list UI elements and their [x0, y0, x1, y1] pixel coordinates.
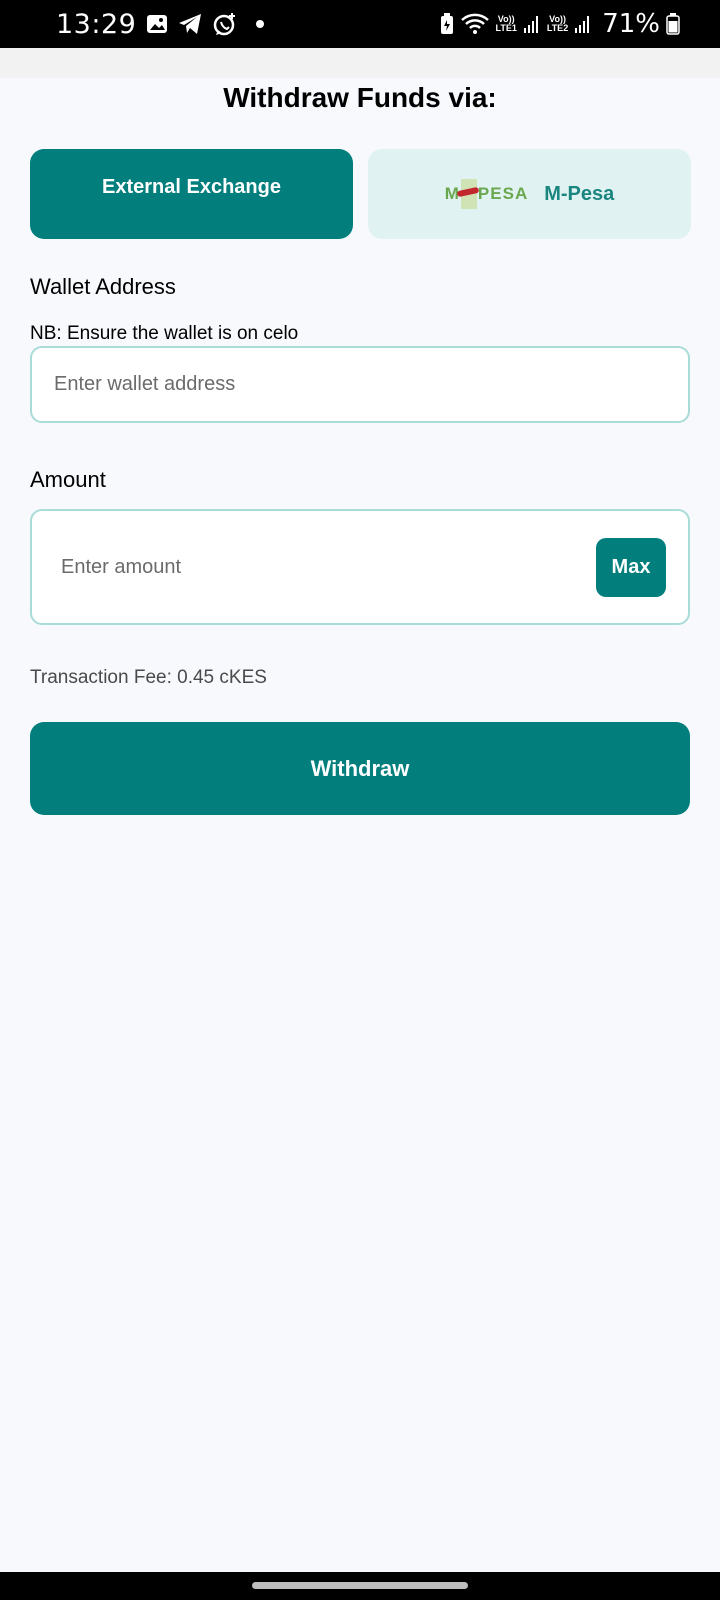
status-bar: 13:29 Vo)) LTE1 Vo)) LTE2 71% — [0, 0, 720, 48]
screen: 13:29 Vo)) LTE1 Vo)) LTE2 71% Withdraw F… — [0, 0, 720, 1600]
status-bar-left: 13:29 — [56, 8, 265, 40]
status-time: 13:29 — [56, 8, 137, 40]
sim2-lte-icon: Vo)) LTE2 — [547, 15, 568, 33]
whatsapp-icon — [212, 11, 238, 37]
home-indicator[interactable] — [252, 1582, 468, 1589]
mpesa-phone-icon — [460, 179, 477, 209]
sim1-lte-icon: Vo)) LTE1 — [496, 15, 517, 33]
withdraw-button[interactable]: Withdraw — [30, 722, 690, 815]
battery-saver-icon — [440, 13, 454, 35]
external-exchange-label: External Exchange — [102, 175, 281, 198]
telegram-icon — [178, 13, 202, 35]
sim1-label-bottom: LTE1 — [495, 23, 517, 33]
mpesa-logo-pesa: PESA — [477, 184, 529, 203]
mpesa-label: M-Pesa — [544, 182, 615, 205]
status-bar-right: Vo)) LTE1 Vo)) LTE2 71% — [440, 9, 680, 39]
signal-sim2-icon — [574, 14, 592, 34]
battery-percent: 71% — [602, 9, 660, 39]
signal-sim1-icon — [523, 14, 541, 34]
mpesa-logo: M PESA — [445, 179, 528, 209]
image-icon — [146, 13, 168, 35]
max-button-label: Max — [611, 555, 651, 578]
wallet-network-note: NB: Ensure the wallet is on celo — [30, 323, 299, 344]
navigation-bar — [0, 1572, 720, 1600]
wallet-address-field[interactable] — [30, 346, 690, 423]
wallet-address-label: Wallet Address — [30, 274, 176, 299]
external-exchange-button[interactable]: External Exchange — [30, 149, 353, 239]
withdraw-button-label: Withdraw — [310, 755, 410, 781]
wifi-icon — [460, 12, 490, 36]
notification-dot-icon — [256, 20, 265, 28]
amount-input[interactable] — [61, 555, 596, 579]
battery-icon — [666, 13, 680, 35]
mpesa-button[interactable]: M PESA M-Pesa — [368, 149, 691, 239]
max-button[interactable]: Max — [596, 537, 666, 597]
header-strip — [0, 48, 720, 78]
wallet-address-input[interactable] — [54, 373, 688, 396]
transaction-fee-text: Transaction Fee: 0.45 cKES — [30, 667, 267, 688]
amount-label: Amount — [30, 467, 106, 492]
page-title: Withdraw Funds via: — [223, 82, 497, 113]
sim2-label-bottom: LTE2 — [546, 23, 569, 33]
amount-field[interactable]: Max — [30, 509, 690, 625]
